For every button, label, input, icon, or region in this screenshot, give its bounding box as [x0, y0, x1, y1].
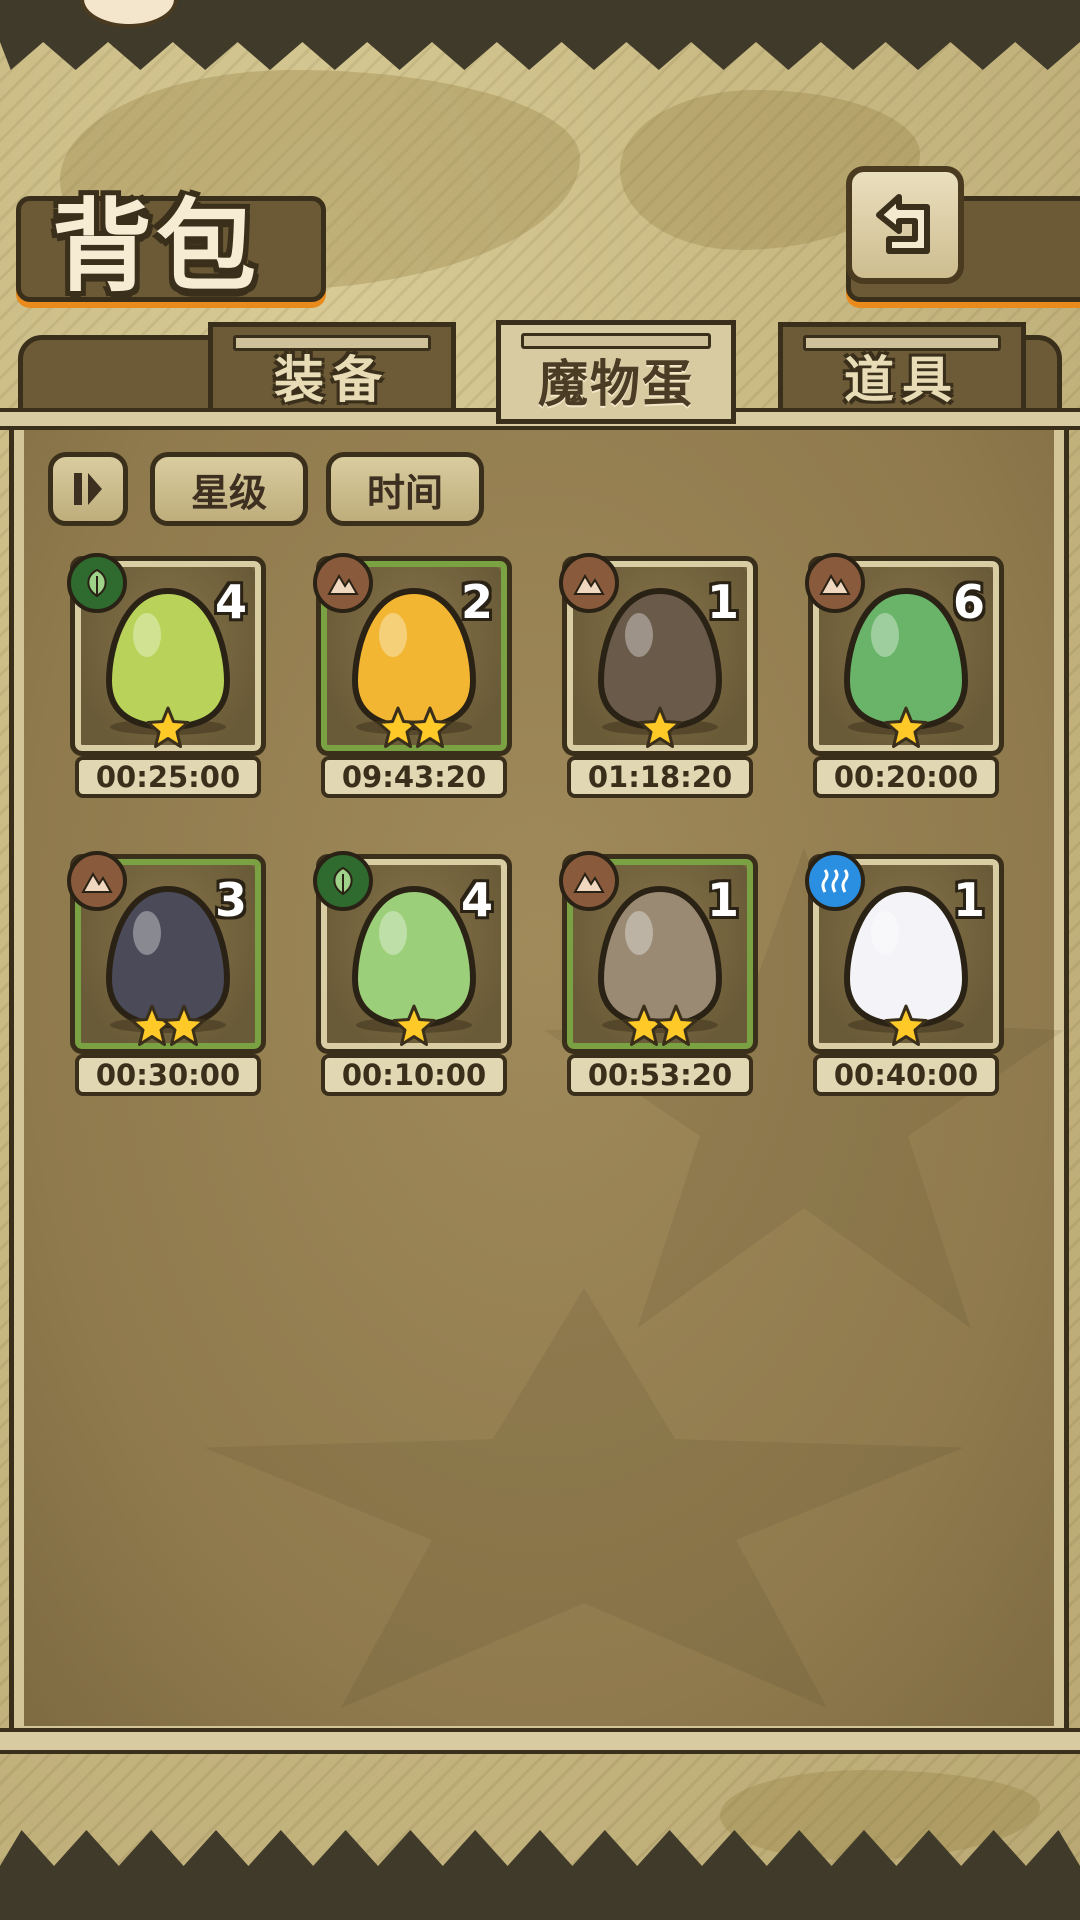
sort-by-star-button[interactable]: 星级	[150, 452, 308, 526]
egg-card[interactable]: 6	[805, 553, 1004, 756]
bottom-border	[0, 1830, 1080, 1920]
tab-items[interactable]: 道具	[778, 322, 1026, 414]
egg-card[interactable]: 2	[313, 553, 512, 756]
back-button[interactable]	[846, 166, 964, 284]
hatch-timer: 00:40:00	[813, 1054, 999, 1096]
panel-star-watermark	[204, 1288, 964, 1708]
star-rating	[813, 705, 999, 755]
earth-element-icon	[559, 553, 619, 613]
hatch-timer: 00:10:00	[321, 1054, 507, 1096]
star-icon	[407, 705, 453, 755]
star-rating	[321, 705, 507, 755]
egg-count: 4	[214, 575, 247, 629]
hatch-timer: 00:25:00	[75, 756, 261, 798]
egg-count: 1	[706, 575, 739, 629]
egg-card[interactable]: 4	[313, 851, 512, 1054]
sort-toggle-icon	[74, 473, 102, 505]
earth-element-icon	[313, 553, 373, 613]
backpack-screen: 背包 装备 魔物蛋 道具 星级 时间 4 00:25:00 2 09:43:20 1 01…	[0, 0, 1080, 1920]
star-icon	[653, 1003, 699, 1053]
tab-label: 魔物蛋	[538, 354, 694, 413]
tab-monster-eggs[interactable]: 魔物蛋	[496, 320, 736, 424]
egg-count: 4	[460, 873, 493, 927]
nature-element-icon	[313, 851, 373, 911]
hatch-timer: 00:53:20	[567, 1054, 753, 1096]
star-rating	[567, 705, 753, 755]
egg-count: 1	[706, 873, 739, 927]
egg-count: 3	[214, 873, 247, 927]
star-icon	[161, 1003, 207, 1053]
star-icon	[391, 1003, 437, 1053]
star-icon	[883, 1003, 929, 1053]
star-rating	[567, 1003, 753, 1053]
earth-element-icon	[67, 851, 127, 911]
egg-card[interactable]: 3	[67, 851, 266, 1054]
egg-card[interactable]: 1	[805, 851, 1004, 1054]
star-rating	[813, 1003, 999, 1053]
sort-by-time-button[interactable]: 时间	[326, 452, 484, 526]
egg-count: 6	[952, 575, 985, 629]
nature-element-icon	[67, 553, 127, 613]
tab-label: 装备	[274, 350, 390, 409]
egg-count: 1	[952, 873, 985, 927]
egg-card[interactable]: 4	[67, 553, 266, 756]
hatch-timer: 01:18:20	[567, 756, 753, 798]
hatch-timer: 00:20:00	[813, 756, 999, 798]
water-element-icon	[805, 851, 865, 911]
star-icon	[145, 705, 191, 755]
tab-label: 道具	[844, 350, 960, 409]
page-title: 背包	[52, 187, 260, 305]
egg-card[interactable]: 1	[559, 851, 758, 1054]
star-rating	[75, 1003, 261, 1053]
egg-count: 2	[460, 575, 493, 629]
earth-element-icon	[559, 851, 619, 911]
earth-element-icon	[805, 553, 865, 613]
star-rating	[321, 1003, 507, 1053]
star-rating	[75, 705, 261, 755]
egg-card[interactable]: 1	[559, 553, 758, 756]
hatch-timer: 00:30:00	[75, 1054, 261, 1096]
hatch-timer: 09:43:20	[321, 756, 507, 798]
panel-bottom-rail	[0, 1728, 1080, 1754]
return-arrow-icon	[876, 194, 930, 254]
star-icon	[637, 705, 683, 755]
tab-equipment[interactable]: 装备	[208, 322, 456, 414]
star-icon	[883, 705, 929, 755]
sort-order-button[interactable]	[48, 452, 128, 526]
